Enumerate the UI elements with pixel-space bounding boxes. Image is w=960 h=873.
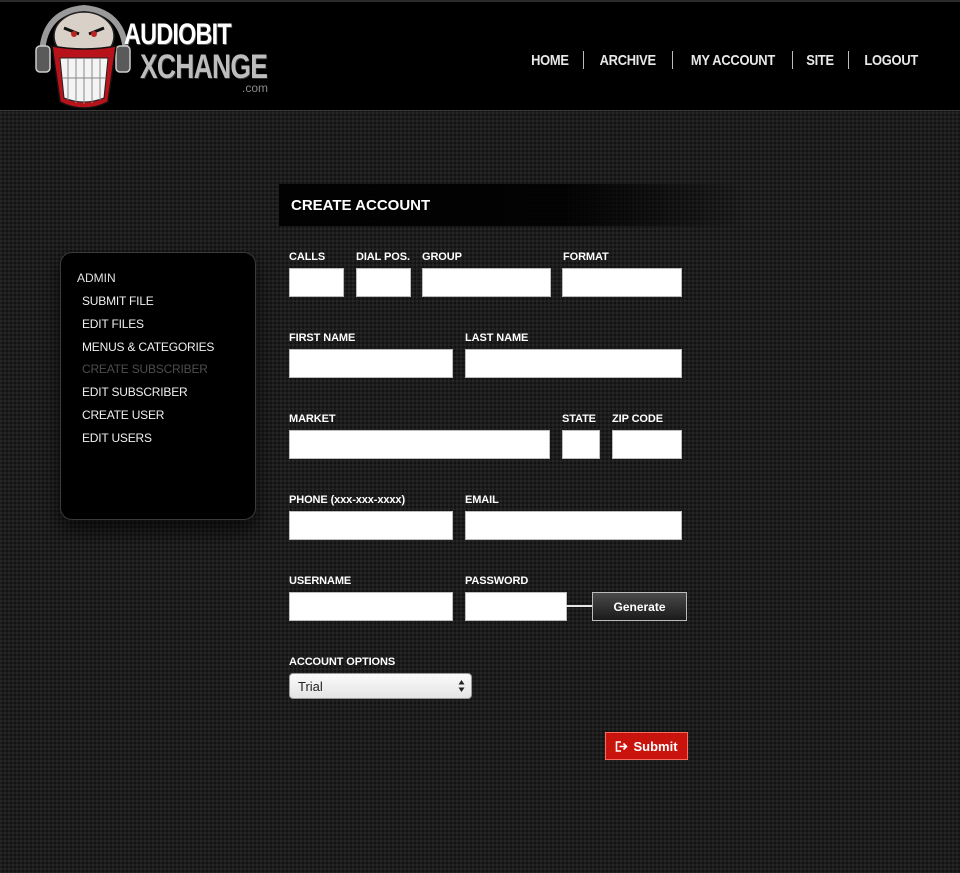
account-options-label: ACCOUNT OPTIONS xyxy=(289,656,396,668)
updown-arrows-icon xyxy=(458,680,465,692)
sidebar-item-create-user[interactable]: CREATE USER xyxy=(82,408,214,431)
nav-logout[interactable]: LOGOUT xyxy=(862,52,919,69)
market-field[interactable] xyxy=(289,430,550,459)
group-field[interactable] xyxy=(422,268,551,297)
form-title-bar: CREATE ACCOUNT xyxy=(279,184,749,226)
zip-code-field[interactable] xyxy=(612,430,682,459)
sidebar-item-edit-files[interactable]: EDIT FILES xyxy=(82,317,214,340)
header: AUDIOBIT XCHANGE .com HOME ARCHIVE MY AC… xyxy=(0,0,960,111)
last-name-field[interactable] xyxy=(465,349,682,378)
brand-line1: AUDIOBIT xyxy=(124,18,232,51)
state-field[interactable] xyxy=(562,430,600,459)
calls-field[interactable] xyxy=(289,268,344,297)
state-label: STATE xyxy=(562,413,596,425)
submit-label: Submit xyxy=(633,738,678,754)
nav-site[interactable]: SITE xyxy=(805,52,836,69)
password-field[interactable] xyxy=(465,592,567,621)
first-name-field[interactable] xyxy=(289,349,453,378)
format-field[interactable] xyxy=(562,268,682,297)
calls-label: CALLS xyxy=(289,251,326,263)
phone-label: PHONE (xxx-xxx-xxxx) xyxy=(289,494,406,506)
account-options-select[interactable]: Trial xyxy=(289,673,472,699)
first-name-label: FIRST NAME xyxy=(289,332,356,344)
dial-pos-field[interactable] xyxy=(356,268,411,297)
nav-my-account[interactable]: MY ACCOUNT xyxy=(689,52,777,69)
sidebar-item-submit-file[interactable]: SUBMIT FILE xyxy=(82,294,214,317)
sidebar-item-edit-subscriber[interactable]: EDIT SUBSCRIBER xyxy=(82,385,214,408)
market-label: MARKET xyxy=(289,413,336,425)
group-label: GROUP xyxy=(422,251,462,263)
email-field[interactable] xyxy=(465,511,682,540)
submit-button[interactable]: Submit xyxy=(605,732,688,760)
password-generate-connector xyxy=(566,605,592,607)
top-nav: HOME ARCHIVE MY ACCOUNT SITE LOGOUT xyxy=(526,51,924,69)
format-label: FORMAT xyxy=(563,251,609,263)
sign-out-arrow-icon xyxy=(616,740,629,752)
nav-divider xyxy=(671,51,673,69)
sidebar-item-edit-users[interactable]: EDIT USERS xyxy=(82,431,214,454)
account-options-value: Trial xyxy=(298,679,323,694)
generate-password-button[interactable]: Generate xyxy=(592,592,687,621)
logo[interactable]: AUDIOBIT XCHANGE .com xyxy=(34,2,284,112)
admin-sidebar: ADMIN SUBMIT FILE EDIT FILES MENUS & CAT… xyxy=(60,252,256,520)
nav-archive[interactable]: ARCHIVE xyxy=(598,52,658,69)
page-title: CREATE ACCOUNT xyxy=(291,197,431,214)
username-field[interactable] xyxy=(289,592,453,621)
sidebar-menu: SUBMIT FILE EDIT FILES MENUS & CATEGORIE… xyxy=(82,294,214,454)
nav-divider xyxy=(847,51,849,69)
logo-face-icon xyxy=(35,4,131,109)
nav-divider xyxy=(583,51,585,69)
dial-pos-label: DIAL POS. xyxy=(356,251,410,263)
brand-suffix: .com xyxy=(242,81,269,95)
zip-code-label: ZIP CODE xyxy=(612,413,663,425)
email-label: EMAIL xyxy=(465,494,499,506)
phone-field[interactable] xyxy=(289,511,453,540)
password-label: PASSWORD xyxy=(465,575,529,587)
sidebar-heading: ADMIN xyxy=(77,271,116,285)
sidebar-item-create-subscriber: CREATE SUBSCRIBER xyxy=(82,362,208,377)
nav-divider xyxy=(792,51,794,69)
nav-home[interactable]: HOME xyxy=(530,52,571,69)
last-name-label: LAST NAME xyxy=(465,332,529,344)
username-label: USERNAME xyxy=(289,575,352,587)
sidebar-item-menus-categories[interactable]: MENUS & CATEGORIES xyxy=(82,340,214,363)
